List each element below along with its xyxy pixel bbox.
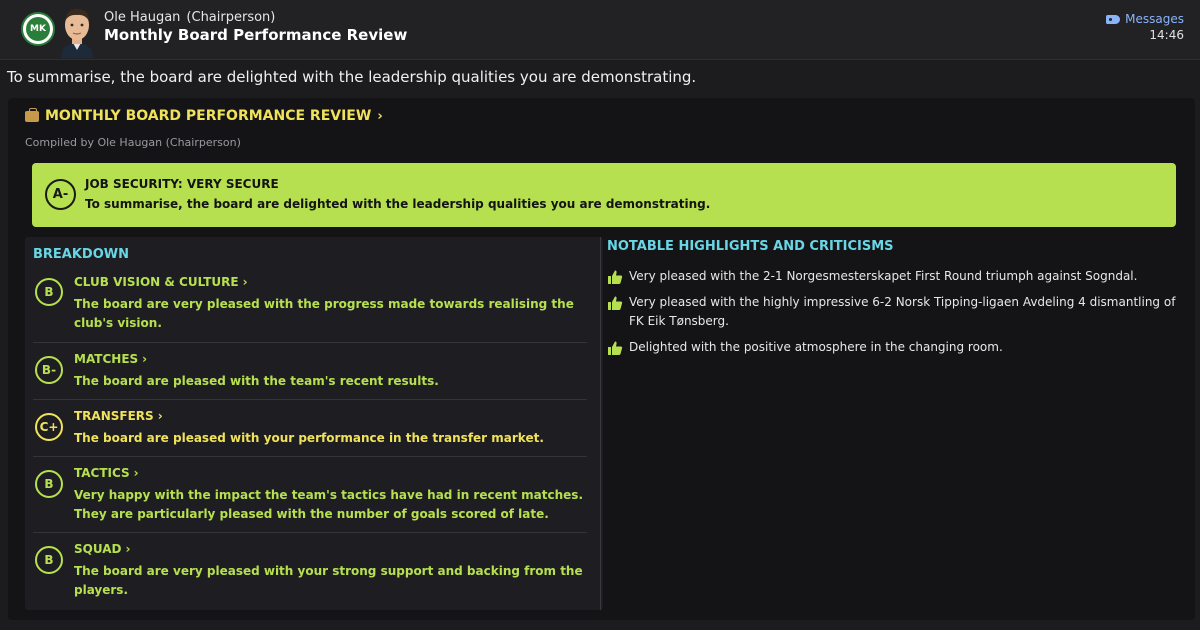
chevron-right-icon: › xyxy=(142,352,148,366)
message-header: MK Ole Haugan (Chairperson) Monthly Board… xyxy=(0,0,1200,60)
breakdown-label-link[interactable]: CLUB VISION & CULTURE › xyxy=(74,275,248,289)
highlight-text: Delighted with the positive atmosphere i… xyxy=(629,340,1003,354)
breakdown-item-transfers: C+ TRANSFERS › The board are pleased with… xyxy=(33,409,587,457)
thumbs-up-icon xyxy=(608,341,623,355)
compiled-by: Compiled by Ole Haugan (Chairperson) xyxy=(25,136,241,149)
breakdown-label: MATCHES xyxy=(74,352,139,366)
messages-label: Messages xyxy=(1125,12,1184,26)
breakdown-label-link[interactable]: TRANSFERS › xyxy=(74,409,163,423)
breakdown-text: The board are very pleased with the prog… xyxy=(74,297,574,330)
briefcase-icon xyxy=(25,108,39,122)
breakdown-text: Very happy with the impact the team's ta… xyxy=(74,488,584,521)
breakdown-label-link[interactable]: TACTICS › xyxy=(74,466,139,480)
grade-badge: B xyxy=(35,546,63,574)
message-subject: Monthly Board Performance Review xyxy=(104,26,408,44)
highlight-item: Very pleased with the highly impressive … xyxy=(607,293,1177,331)
grade-badge: B xyxy=(35,470,63,498)
breakdown-item-club-vision: B CLUB VISION & CULTURE › The board are v… xyxy=(33,275,587,343)
messages-link[interactable]: Messages xyxy=(1106,12,1184,26)
chairperson-avatar[interactable] xyxy=(55,6,99,58)
highlight-text: Very pleased with the highly impressive … xyxy=(629,295,1176,328)
breakdown-label-link[interactable]: MATCHES › xyxy=(74,352,147,366)
job-security-text: To summarise, the board are delighted wi… xyxy=(85,197,711,211)
highlight-text: Very pleased with the 2-1 Norgesmestersk… xyxy=(629,269,1138,283)
breakdown-title: BREAKDOWN xyxy=(33,247,129,262)
breakdown-label: TRANSFERS xyxy=(74,409,154,423)
breakdown-item-squad: B SQUAD › The board are very pleased with… xyxy=(33,542,587,602)
job-security-box: A- JOB SECURITY: VERY SECURE To summaris… xyxy=(32,163,1176,227)
chevron-right-icon: › xyxy=(377,108,383,124)
sender-line: Ole Haugan (Chairperson) xyxy=(104,10,275,25)
job-security-title: JOB SECURITY: VERY SECURE xyxy=(85,177,279,191)
review-panel: MONTHLY BOARD PERFORMANCE REVIEW › Compi… xyxy=(8,98,1195,620)
chevron-right-icon: › xyxy=(133,466,139,480)
breakdown-panel: BREAKDOWN B CLUB VISION & CULTURE › The b… xyxy=(25,237,603,610)
breakdown-label: TACTICS xyxy=(74,466,130,480)
messages-tag-icon xyxy=(1106,14,1121,24)
club-badge-icon[interactable]: MK xyxy=(21,12,55,46)
breakdown-item-matches: B- MATCHES › The board are pleased with t… xyxy=(33,352,587,400)
club-badge-text: MK xyxy=(26,17,50,41)
grade-badge: B- xyxy=(35,356,63,384)
chevron-right-icon: › xyxy=(242,275,248,289)
sender-name[interactable]: Ole Haugan xyxy=(104,10,180,25)
thumbs-up-icon xyxy=(608,296,623,310)
review-title: MONTHLY BOARD PERFORMANCE REVIEW xyxy=(45,108,372,124)
breakdown-label: CLUB VISION & CULTURE xyxy=(74,275,239,289)
breakdown-text: The board are very pleased with your str… xyxy=(74,564,583,597)
grade-badge: C+ xyxy=(35,413,63,441)
chevron-right-icon: › xyxy=(125,542,131,556)
highlight-item: Delighted with the positive atmosphere i… xyxy=(607,338,1177,357)
breakdown-label-link[interactable]: SQUAD › xyxy=(74,542,130,556)
thumbs-up-icon xyxy=(608,270,623,284)
sender-role: (Chairperson) xyxy=(186,10,276,25)
highlights-title: NOTABLE HIGHLIGHTS AND CRITICISMS xyxy=(607,239,894,254)
chevron-right-icon: › xyxy=(157,409,163,423)
grade-badge: B xyxy=(35,278,63,306)
breakdown-item-tactics: B TACTICS › Very happy with the impact th… xyxy=(33,466,587,533)
highlight-item: Very pleased with the 2-1 Norgesmestersk… xyxy=(607,267,1177,286)
panel-divider xyxy=(600,237,601,610)
breakdown-label: SQUAD xyxy=(74,542,122,556)
message-time: 14:46 xyxy=(1149,28,1184,42)
job-security-grade: A- xyxy=(45,179,76,210)
review-title-link[interactable]: MONTHLY BOARD PERFORMANCE REVIEW › xyxy=(25,108,383,124)
breakdown-text: The board are pleased with your performa… xyxy=(74,431,544,445)
intro-text: To summarise, the board are delighted wi… xyxy=(7,68,697,86)
breakdown-text: The board are pleased with the team's re… xyxy=(74,374,439,388)
